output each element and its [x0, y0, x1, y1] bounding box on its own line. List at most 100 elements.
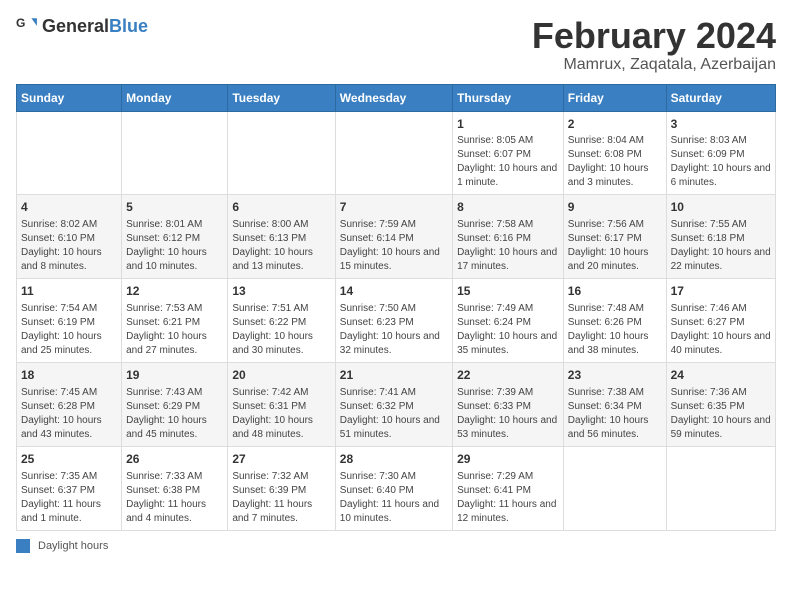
calendar-cell: 25Sunrise: 7:35 AM Sunset: 6:37 PM Dayli…	[17, 446, 122, 530]
day-number: 2	[568, 116, 662, 133]
day-info: Sunrise: 7:43 AM Sunset: 6:29 PM Dayligh…	[126, 386, 223, 442]
day-number: 12	[126, 283, 223, 300]
calendar-cell: 22 Sunrise: 7:39 AM Sunset: 6:33 PM Dayli…	[453, 362, 564, 446]
day-info: Sunrise: 7:45 AM Sunset: 6:28 PM Dayligh…	[21, 386, 117, 442]
day-number: 18	[21, 367, 117, 384]
day-number: 28	[340, 451, 448, 468]
calendar-cell: 2Sunrise: 8:04 AM Sunset: 6:08 PM Daylig…	[563, 111, 666, 195]
calendar-cell: 3Sunrise: 8:03 AM Sunset: 6:09 PM Daylig…	[666, 111, 775, 195]
calendar-cell	[17, 111, 122, 195]
day-info: Sunrise: 7:55 AM Sunset: 6:18 PM Dayligh…	[671, 218, 771, 274]
calendar-cell: 26 Sunrise: 7:33 AM Sunset: 6:38 PM Dayli…	[122, 446, 228, 530]
day-number: 4	[21, 199, 117, 216]
calendar-cell: 9Sunrise: 7:56 AM Sunset: 6:17 PM Daylig…	[563, 195, 666, 279]
week-row-4: 18 Sunrise: 7:45 AM Sunset: 6:28 PM Dayli…	[17, 362, 776, 446]
calendar-cell: 17 Sunrise: 7:46 AM Sunset: 6:27 PM Dayli…	[666, 279, 775, 363]
header-day-sunday: Sunday	[17, 84, 122, 111]
logo-general-text: General	[42, 16, 109, 36]
legend: Daylight hours	[16, 539, 776, 553]
calendar-cell: 13Sunrise: 7:51 AM Sunset: 6:22 PM Dayli…	[228, 279, 335, 363]
header-day-tuesday: Tuesday	[228, 84, 335, 111]
calendar-cell: 14 Sunrise: 7:50 AM Sunset: 6:23 PM Dayli…	[335, 279, 452, 363]
header-day-wednesday: Wednesday	[335, 84, 452, 111]
day-number: 5	[126, 199, 223, 216]
calendar-subtitle: Mamrux, Zaqatala, Azerbaijan	[532, 56, 776, 74]
header-day-saturday: Saturday	[666, 84, 775, 111]
calendar-cell	[335, 111, 452, 195]
calendar-cell: 15Sunrise: 7:49 AM Sunset: 6:24 PM Dayli…	[453, 279, 564, 363]
day-info: Sunrise: 7:50 AM Sunset: 6:23 PM Dayligh…	[340, 302, 448, 358]
logo-icon: G	[16, 16, 38, 38]
week-row-5: 25Sunrise: 7:35 AM Sunset: 6:37 PM Dayli…	[17, 446, 776, 530]
day-info: Sunrise: 7:36 AM Sunset: 6:35 PM Dayligh…	[671, 386, 771, 442]
calendar-cell: 21 Sunrise: 7:41 AM Sunset: 6:32 PM Dayli…	[335, 362, 452, 446]
day-number: 16	[568, 283, 662, 300]
day-info: Sunrise: 7:29 AM Sunset: 6:41 PM Dayligh…	[457, 470, 559, 526]
day-info: Sunrise: 7:32 AM Sunset: 6:39 PM Dayligh…	[232, 470, 330, 526]
day-number: 17	[671, 283, 771, 300]
day-number: 19	[126, 367, 223, 384]
header-day-monday: Monday	[122, 84, 228, 111]
day-info: Sunrise: 8:02 AM Sunset: 6:10 PM Dayligh…	[21, 218, 117, 274]
day-info: Sunrise: 7:30 AM Sunset: 6:40 PM Dayligh…	[340, 470, 448, 526]
calendar-body: 1Sunrise: 8:05 AM Sunset: 6:07 PM Daylig…	[17, 111, 776, 530]
day-info: Sunrise: 7:48 AM Sunset: 6:26 PM Dayligh…	[568, 302, 662, 358]
week-row-3: 11 Sunrise: 7:54 AM Sunset: 6:19 PM Dayli…	[17, 279, 776, 363]
logo-blue-text: Blue	[109, 16, 148, 36]
day-number: 22	[457, 367, 559, 384]
day-info: Sunrise: 8:00 AM Sunset: 6:13 PM Dayligh…	[232, 218, 330, 274]
calendar-cell: 12 Sunrise: 7:53 AM Sunset: 6:21 PM Dayli…	[122, 279, 228, 363]
day-info: Sunrise: 7:54 AM Sunset: 6:19 PM Dayligh…	[21, 302, 117, 358]
calendar-cell: 11 Sunrise: 7:54 AM Sunset: 6:19 PM Dayli…	[17, 279, 122, 363]
calendar-cell: 20Sunrise: 7:42 AM Sunset: 6:31 PM Dayli…	[228, 362, 335, 446]
calendar-cell: 4 Sunrise: 8:02 AM Sunset: 6:10 PM Daylig…	[17, 195, 122, 279]
week-row-1: 1Sunrise: 8:05 AM Sunset: 6:07 PM Daylig…	[17, 111, 776, 195]
day-number: 27	[232, 451, 330, 468]
calendar-cell	[666, 446, 775, 530]
day-number: 29	[457, 451, 559, 468]
day-number: 7	[340, 199, 448, 216]
calendar-cell: 5 Sunrise: 8:01 AM Sunset: 6:12 PM Daylig…	[122, 195, 228, 279]
day-number: 11	[21, 283, 117, 300]
day-info: Sunrise: 7:53 AM Sunset: 6:21 PM Dayligh…	[126, 302, 223, 358]
day-info: Sunrise: 7:33 AM Sunset: 6:38 PM Dayligh…	[126, 470, 223, 526]
day-info: Sunrise: 8:05 AM Sunset: 6:07 PM Dayligh…	[457, 134, 559, 190]
day-number: 20	[232, 367, 330, 384]
day-number: 8	[457, 199, 559, 216]
day-number: 15	[457, 283, 559, 300]
day-info: Sunrise: 8:01 AM Sunset: 6:12 PM Dayligh…	[126, 218, 223, 274]
day-number: 25	[21, 451, 117, 468]
calendar-cell: 27 Sunrise: 7:32 AM Sunset: 6:39 PM Dayli…	[228, 446, 335, 530]
calendar-title: February 2024	[532, 16, 776, 56]
calendar-header: SundayMondayTuesdayWednesdayThursdayFrid…	[17, 84, 776, 111]
day-number: 3	[671, 116, 771, 133]
logo: G GeneralBlue	[16, 16, 148, 38]
calendar-table: SundayMondayTuesdayWednesdayThursdayFrid…	[16, 84, 776, 531]
calendar-cell	[563, 446, 666, 530]
calendar-cell	[228, 111, 335, 195]
day-number: 21	[340, 367, 448, 384]
day-number: 6	[232, 199, 330, 216]
day-number: 26	[126, 451, 223, 468]
calendar-cell: 24Sunrise: 7:36 AM Sunset: 6:35 PM Dayli…	[666, 362, 775, 446]
day-info: Sunrise: 8:04 AM Sunset: 6:08 PM Dayligh…	[568, 134, 662, 190]
day-info: Sunrise: 7:46 AM Sunset: 6:27 PM Dayligh…	[671, 302, 771, 358]
day-info: Sunrise: 7:51 AM Sunset: 6:22 PM Dayligh…	[232, 302, 330, 358]
day-info: Sunrise: 7:39 AM Sunset: 6:33 PM Dayligh…	[457, 386, 559, 442]
week-row-2: 4 Sunrise: 8:02 AM Sunset: 6:10 PM Daylig…	[17, 195, 776, 279]
calendar-cell: 10 Sunrise: 7:55 AM Sunset: 6:18 PM Dayli…	[666, 195, 775, 279]
calendar-cell: 18 Sunrise: 7:45 AM Sunset: 6:28 PM Dayli…	[17, 362, 122, 446]
calendar-cell: 7Sunrise: 7:59 AM Sunset: 6:14 PM Daylig…	[335, 195, 452, 279]
legend-color-box	[16, 539, 30, 553]
header-day-friday: Friday	[563, 84, 666, 111]
day-number: 9	[568, 199, 662, 216]
day-number: 10	[671, 199, 771, 216]
header-day-thursday: Thursday	[453, 84, 564, 111]
day-info: Sunrise: 7:41 AM Sunset: 6:32 PM Dayligh…	[340, 386, 448, 442]
header-row: SundayMondayTuesdayWednesdayThursdayFrid…	[17, 84, 776, 111]
title-block: February 2024 Mamrux, Zaqatala, Azerbaij…	[532, 16, 776, 74]
day-number: 14	[340, 283, 448, 300]
day-info: Sunrise: 7:38 AM Sunset: 6:34 PM Dayligh…	[568, 386, 662, 442]
day-number: 23	[568, 367, 662, 384]
legend-label: Daylight hours	[38, 540, 108, 552]
